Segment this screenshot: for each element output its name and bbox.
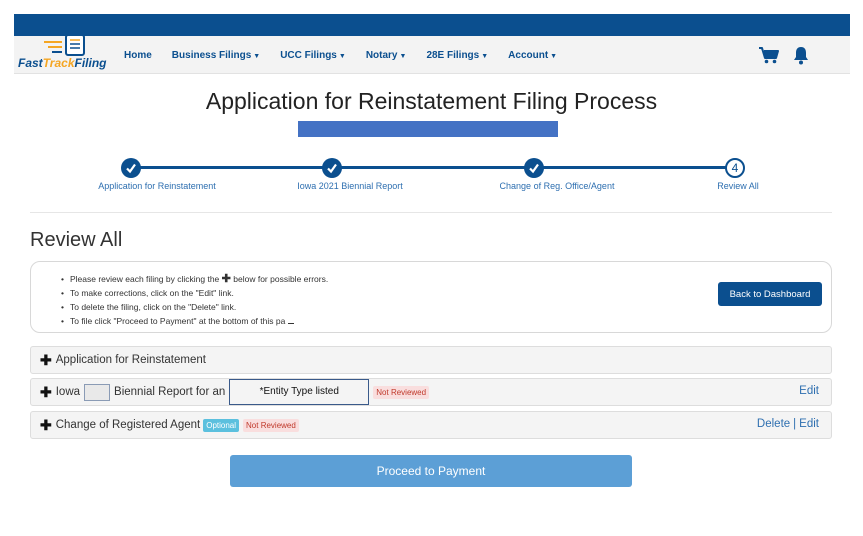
- optional-badge: Optional: [203, 418, 240, 432]
- step-1-check-icon[interactable]: [121, 158, 141, 178]
- plus-icon: ✚: [221, 273, 231, 285]
- step-4-number[interactable]: 4: [725, 158, 745, 178]
- cart-icon[interactable]: [758, 46, 780, 64]
- filing-row-registered-agent[interactable]: ✚ Change of Registered Agent Optional No…: [30, 411, 832, 439]
- caret-down-icon: ▼: [338, 52, 346, 60]
- edit-link[interactable]: Edit: [799, 418, 819, 430]
- redacted-entity-name: [298, 121, 558, 137]
- not-reviewed-badge: Not Reviewed: [243, 418, 299, 432]
- document-logo-icon: [44, 34, 85, 56]
- row-actions: Delete | Edit: [757, 418, 819, 430]
- nav-account[interactable]: Account ▼: [508, 50, 557, 61]
- stepper-track: [130, 166, 734, 169]
- not-reviewed-badge: Not Reviewed: [373, 385, 430, 399]
- bell-icon[interactable]: [792, 45, 810, 65]
- instruction-item: To file click "Proceed to Payment" at th…: [61, 314, 328, 328]
- step-2-check-icon[interactable]: [322, 158, 342, 178]
- caret-down-icon: ▼: [253, 52, 261, 60]
- nav-home[interactable]: Home: [124, 50, 152, 61]
- step-3-label[interactable]: Change of Reg. Office/Agent: [500, 181, 615, 191]
- proceed-to-payment-button[interactable]: Proceed to Payment: [230, 455, 632, 487]
- divider: [30, 212, 832, 213]
- step-4-label[interactable]: Review All: [717, 181, 759, 191]
- nav-ucc-filings[interactable]: UCC Filings ▼: [280, 50, 346, 61]
- plus-icon[interactable]: ✚: [40, 384, 52, 401]
- nav-business-filings[interactable]: Business Filings ▼: [172, 50, 260, 61]
- caret-down-icon: ▼: [550, 52, 558, 60]
- step-2-label[interactable]: Iowa 2021 Biennial Report: [297, 181, 403, 191]
- entity-type-box: *Entity Type listed: [229, 379, 370, 405]
- instructions-box: Please review each filing by clicking th…: [30, 261, 832, 333]
- instruction-item: Please review each filing by clicking th…: [61, 272, 328, 286]
- top-banner: [14, 14, 850, 36]
- edit-link[interactable]: Edit: [799, 385, 819, 397]
- caret-down-icon: ▼: [399, 52, 407, 60]
- section-title: Review All: [30, 229, 123, 251]
- instruction-item: To make corrections, click on the "Edit"…: [61, 286, 328, 300]
- caret-down-icon: ▼: [481, 52, 489, 60]
- page-title: Application for Reinstatement Filing Pro…: [205, 88, 658, 114]
- delete-link[interactable]: Delete: [757, 418, 790, 430]
- filing-row-biennial-report[interactable]: ✚ Iowa Biennial Report for an *Entity Ty…: [30, 378, 832, 406]
- plus-icon[interactable]: ✚: [40, 352, 52, 369]
- main-menu: Home Business Filings ▼ UCC Filings ▼ Nota…: [124, 36, 577, 74]
- redacted-year-box: [84, 383, 111, 401]
- filing-label: Change of Registered Agent: [55, 419, 201, 431]
- instructions-list: Please review each filing by clicking th…: [61, 272, 328, 328]
- fasttrackfiling-logo[interactable]: FastTrackFiling: [18, 34, 118, 74]
- filing-row-reinstatement[interactable]: ✚ Application for Reinstatement: [30, 346, 832, 374]
- link-separator: |: [793, 418, 797, 430]
- nav-28e-filings[interactable]: 28E Filings ▼: [426, 50, 488, 61]
- step-1-label[interactable]: Application for Reinstatement: [98, 181, 216, 191]
- plus-icon[interactable]: ✚: [40, 417, 52, 434]
- nav-bar: FastTrackFiling Home Business Filings ▼ U…: [14, 34, 850, 74]
- back-to-dashboard-button[interactable]: Back to Dashboard: [718, 282, 822, 306]
- row-actions: Edit: [799, 385, 819, 397]
- step-3-check-icon[interactable]: [524, 158, 544, 178]
- instruction-item: To delete the filing, click on the "Dele…: [61, 300, 328, 314]
- filing-label-prefix: Iowa: [55, 386, 81, 398]
- filing-label-suffix: Biennial Report for an: [114, 386, 226, 398]
- filing-label: Application for Reinstatement: [55, 354, 206, 366]
- logo-text: FastTrackFiling: [18, 56, 107, 70]
- nav-notary[interactable]: Notary ▼: [366, 50, 407, 61]
